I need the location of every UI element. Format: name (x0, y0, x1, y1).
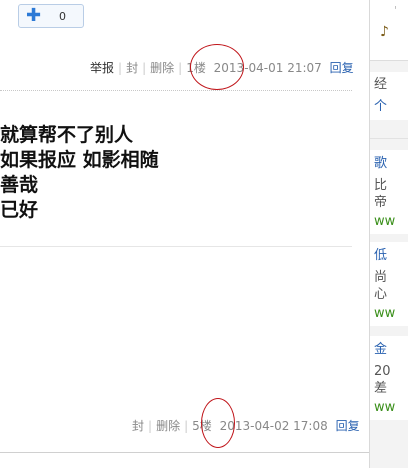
ad-url[interactable]: ww (374, 306, 395, 322)
floor-number: 1楼 (186, 61, 206, 75)
post-line: 善哉 (0, 174, 39, 196)
floor-number: 5楼 (192, 419, 212, 433)
reply-link[interactable]: 回复 (336, 419, 360, 433)
ad-title[interactable]: 金 (374, 342, 387, 358)
ad-desc: 20 (374, 364, 391, 379)
separator: | (118, 61, 123, 75)
tick-icon: ' (394, 4, 398, 17)
post-line: 已好 (0, 199, 39, 221)
ad-desc: 心 (374, 287, 388, 302)
sidebar-ad-2[interactable]: 低 尚 心 ww (370, 242, 408, 326)
separator: | (142, 61, 147, 75)
divider (0, 90, 352, 91)
separator: | (178, 61, 183, 75)
separator: | (184, 419, 189, 433)
ad-desc: 比 (374, 178, 388, 193)
separator: | (148, 419, 153, 433)
plus-icon: ✚ (26, 5, 42, 26)
divider (0, 246, 352, 247)
report-link[interactable]: 举报 (90, 61, 114, 75)
ad-url[interactable]: ww (374, 400, 395, 416)
ad-desc: 差 (374, 381, 388, 396)
sidebar-link[interactable]: 个 (374, 99, 387, 115)
divider (370, 138, 408, 139)
sidebar-text: 经 (374, 77, 388, 92)
delete-link[interactable]: 删除 (156, 419, 180, 433)
decorative-icon: ♪ (380, 24, 389, 40)
post-line: 就算帮不了别人 (0, 124, 134, 146)
bottom-border (0, 452, 369, 469)
floor-1-actions: 举报 | 封 | 删除 | 1楼 2013-04-01 21:07 回复 (90, 61, 354, 75)
ad-title[interactable]: 低 (374, 248, 387, 264)
like-count: 0 (59, 10, 66, 23)
main-content: ✚ 0 举报 | 封 | 删除 | 1楼 2013-04-01 21:07 回复 就算帮不了… (0, 0, 369, 469)
block-link[interactable]: 封 (132, 419, 144, 433)
sidebar: ' ♪ 经 个 歌 比 帝 ww 低 尚 心 ww 金 20 差 ww (370, 0, 408, 468)
sidebar-ad-1[interactable]: 歌 比 帝 ww (370, 150, 408, 234)
like-button[interactable]: ✚ 0 (18, 4, 84, 28)
floor-5-actions: 封 | 删除 | 5楼 2013-04-02 17:08 回复 (132, 419, 360, 433)
sidebar-top: ' ♪ (370, 0, 408, 61)
sidebar-info: 经 个 (370, 72, 408, 120)
ad-desc: 帝 (374, 195, 388, 210)
post-time: 2013-04-02 17:08 (219, 419, 328, 433)
delete-link[interactable]: 删除 (150, 61, 174, 75)
post-time: 2013-04-01 21:07 (213, 61, 322, 75)
ad-url[interactable]: ww (374, 214, 395, 230)
ad-title[interactable]: 歌 (374, 156, 387, 172)
post-line: 如果报应 如影相随 (0, 149, 159, 171)
ad-desc: 尚 (374, 270, 388, 285)
thumbnail-image[interactable]: ' ♪ (374, 0, 398, 42)
reply-link[interactable]: 回复 (330, 61, 354, 75)
sidebar-ad-3[interactable]: 金 20 差 ww (370, 336, 408, 420)
block-link[interactable]: 封 (126, 61, 138, 75)
